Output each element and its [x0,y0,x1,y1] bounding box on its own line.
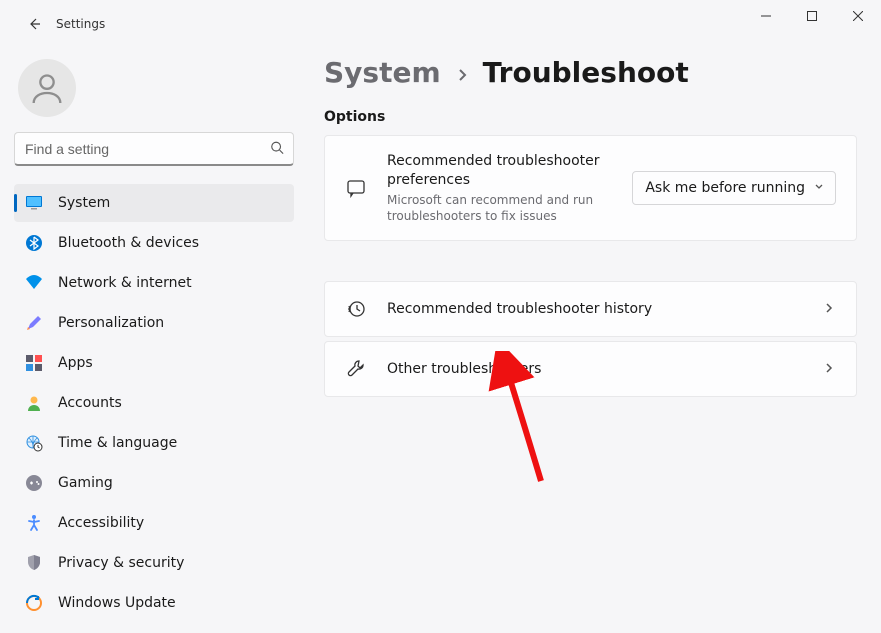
card-title: Recommended troubleshooter history [387,300,802,319]
minimize-icon [761,11,771,21]
wifi-icon [24,273,44,293]
sidebar-item-time-language[interactable]: Time & language [14,424,294,462]
history-icon [345,298,367,320]
sidebar-item-windows-update[interactable]: Windows Update [14,584,294,622]
sidebar-item-label: Accounts [58,395,122,411]
person-icon [27,68,67,108]
chevron-right-icon [455,56,469,89]
chevron-right-icon [822,360,836,379]
card-subtitle: Microsoft can recommend and run troubles… [387,192,612,224]
maximize-icon [807,11,817,21]
breadcrumb-parent[interactable]: System [324,56,441,89]
sidebar-item-label: Accessibility [58,515,144,531]
chat-help-icon [345,177,367,199]
sidebar-item-label: Privacy & security [58,555,184,571]
sidebar-item-accessibility[interactable]: Accessibility [14,504,294,542]
close-button[interactable] [835,0,881,32]
app-title: Settings [56,17,105,31]
chevron-right-icon [822,300,836,319]
preferences-dropdown[interactable]: Ask me before running [632,171,836,205]
close-icon [853,11,863,21]
sidebar-item-accounts[interactable]: Accounts [14,384,294,422]
arrow-left-icon [26,16,42,32]
sidebar-item-bluetooth[interactable]: Bluetooth & devices [14,224,294,262]
breadcrumb: System Troubleshoot [324,56,857,89]
account-header[interactable] [14,48,294,128]
sidebar-item-label: Windows Update [58,595,176,611]
bluetooth-icon [24,233,44,253]
sidebar-item-system[interactable]: System [14,184,294,222]
apps-icon [24,353,44,373]
update-icon [24,593,44,613]
gamepad-icon [24,473,44,493]
back-button[interactable] [16,6,52,42]
card-body: Other troubleshooters [387,360,802,379]
page-title: Troubleshoot [483,56,689,89]
sidebar: System Bluetooth & devices Network & int… [0,48,308,633]
shield-icon [24,553,44,573]
sidebar-item-personalization[interactable]: Personalization [14,304,294,342]
globe-clock-icon [24,433,44,453]
window-controls [743,0,881,32]
sidebar-item-label: Bluetooth & devices [58,235,199,251]
chevron-down-icon [813,180,825,196]
wrench-icon [345,358,367,380]
card-body: Recommended troubleshooter history [387,300,802,319]
card-title: Other troubleshooters [387,360,802,379]
person-icon [24,393,44,413]
main-content: System Troubleshoot Options Recommended … [308,48,881,633]
sidebar-item-privacy[interactable]: Privacy & security [14,544,294,582]
sidebar-item-label: System [58,195,110,211]
card-title: Recommended troubleshooter preferences [387,152,612,190]
sidebar-item-network[interactable]: Network & internet [14,264,294,302]
search-input[interactable] [14,132,294,166]
sidebar-item-label: Personalization [58,315,164,331]
search-container [14,132,294,166]
card-body: Recommended troubleshooter preferences M… [387,152,612,224]
sidebar-item-label: Network & internet [58,275,192,291]
minimize-button[interactable] [743,0,789,32]
card-action: Ask me before running [632,171,836,205]
card-troubleshooter-history[interactable]: Recommended troubleshooter history [324,281,857,337]
sidebar-item-label: Time & language [58,435,177,451]
accessibility-icon [24,513,44,533]
section-label: Options [324,109,857,125]
search-icon [270,140,284,159]
sidebar-item-label: Apps [58,355,93,371]
system-icon [24,193,44,213]
sidebar-item-apps[interactable]: Apps [14,344,294,382]
sidebar-item-label: Gaming [58,475,113,491]
paintbrush-icon [24,313,44,333]
avatar [18,59,76,117]
sidebar-item-gaming[interactable]: Gaming [14,464,294,502]
dropdown-value: Ask me before running [645,180,805,196]
maximize-button[interactable] [789,0,835,32]
card-other-troubleshooters[interactable]: Other troubleshooters [324,341,857,397]
titlebar: Settings [0,0,881,48]
card-troubleshooter-preferences[interactable]: Recommended troubleshooter preferences M… [324,135,857,241]
